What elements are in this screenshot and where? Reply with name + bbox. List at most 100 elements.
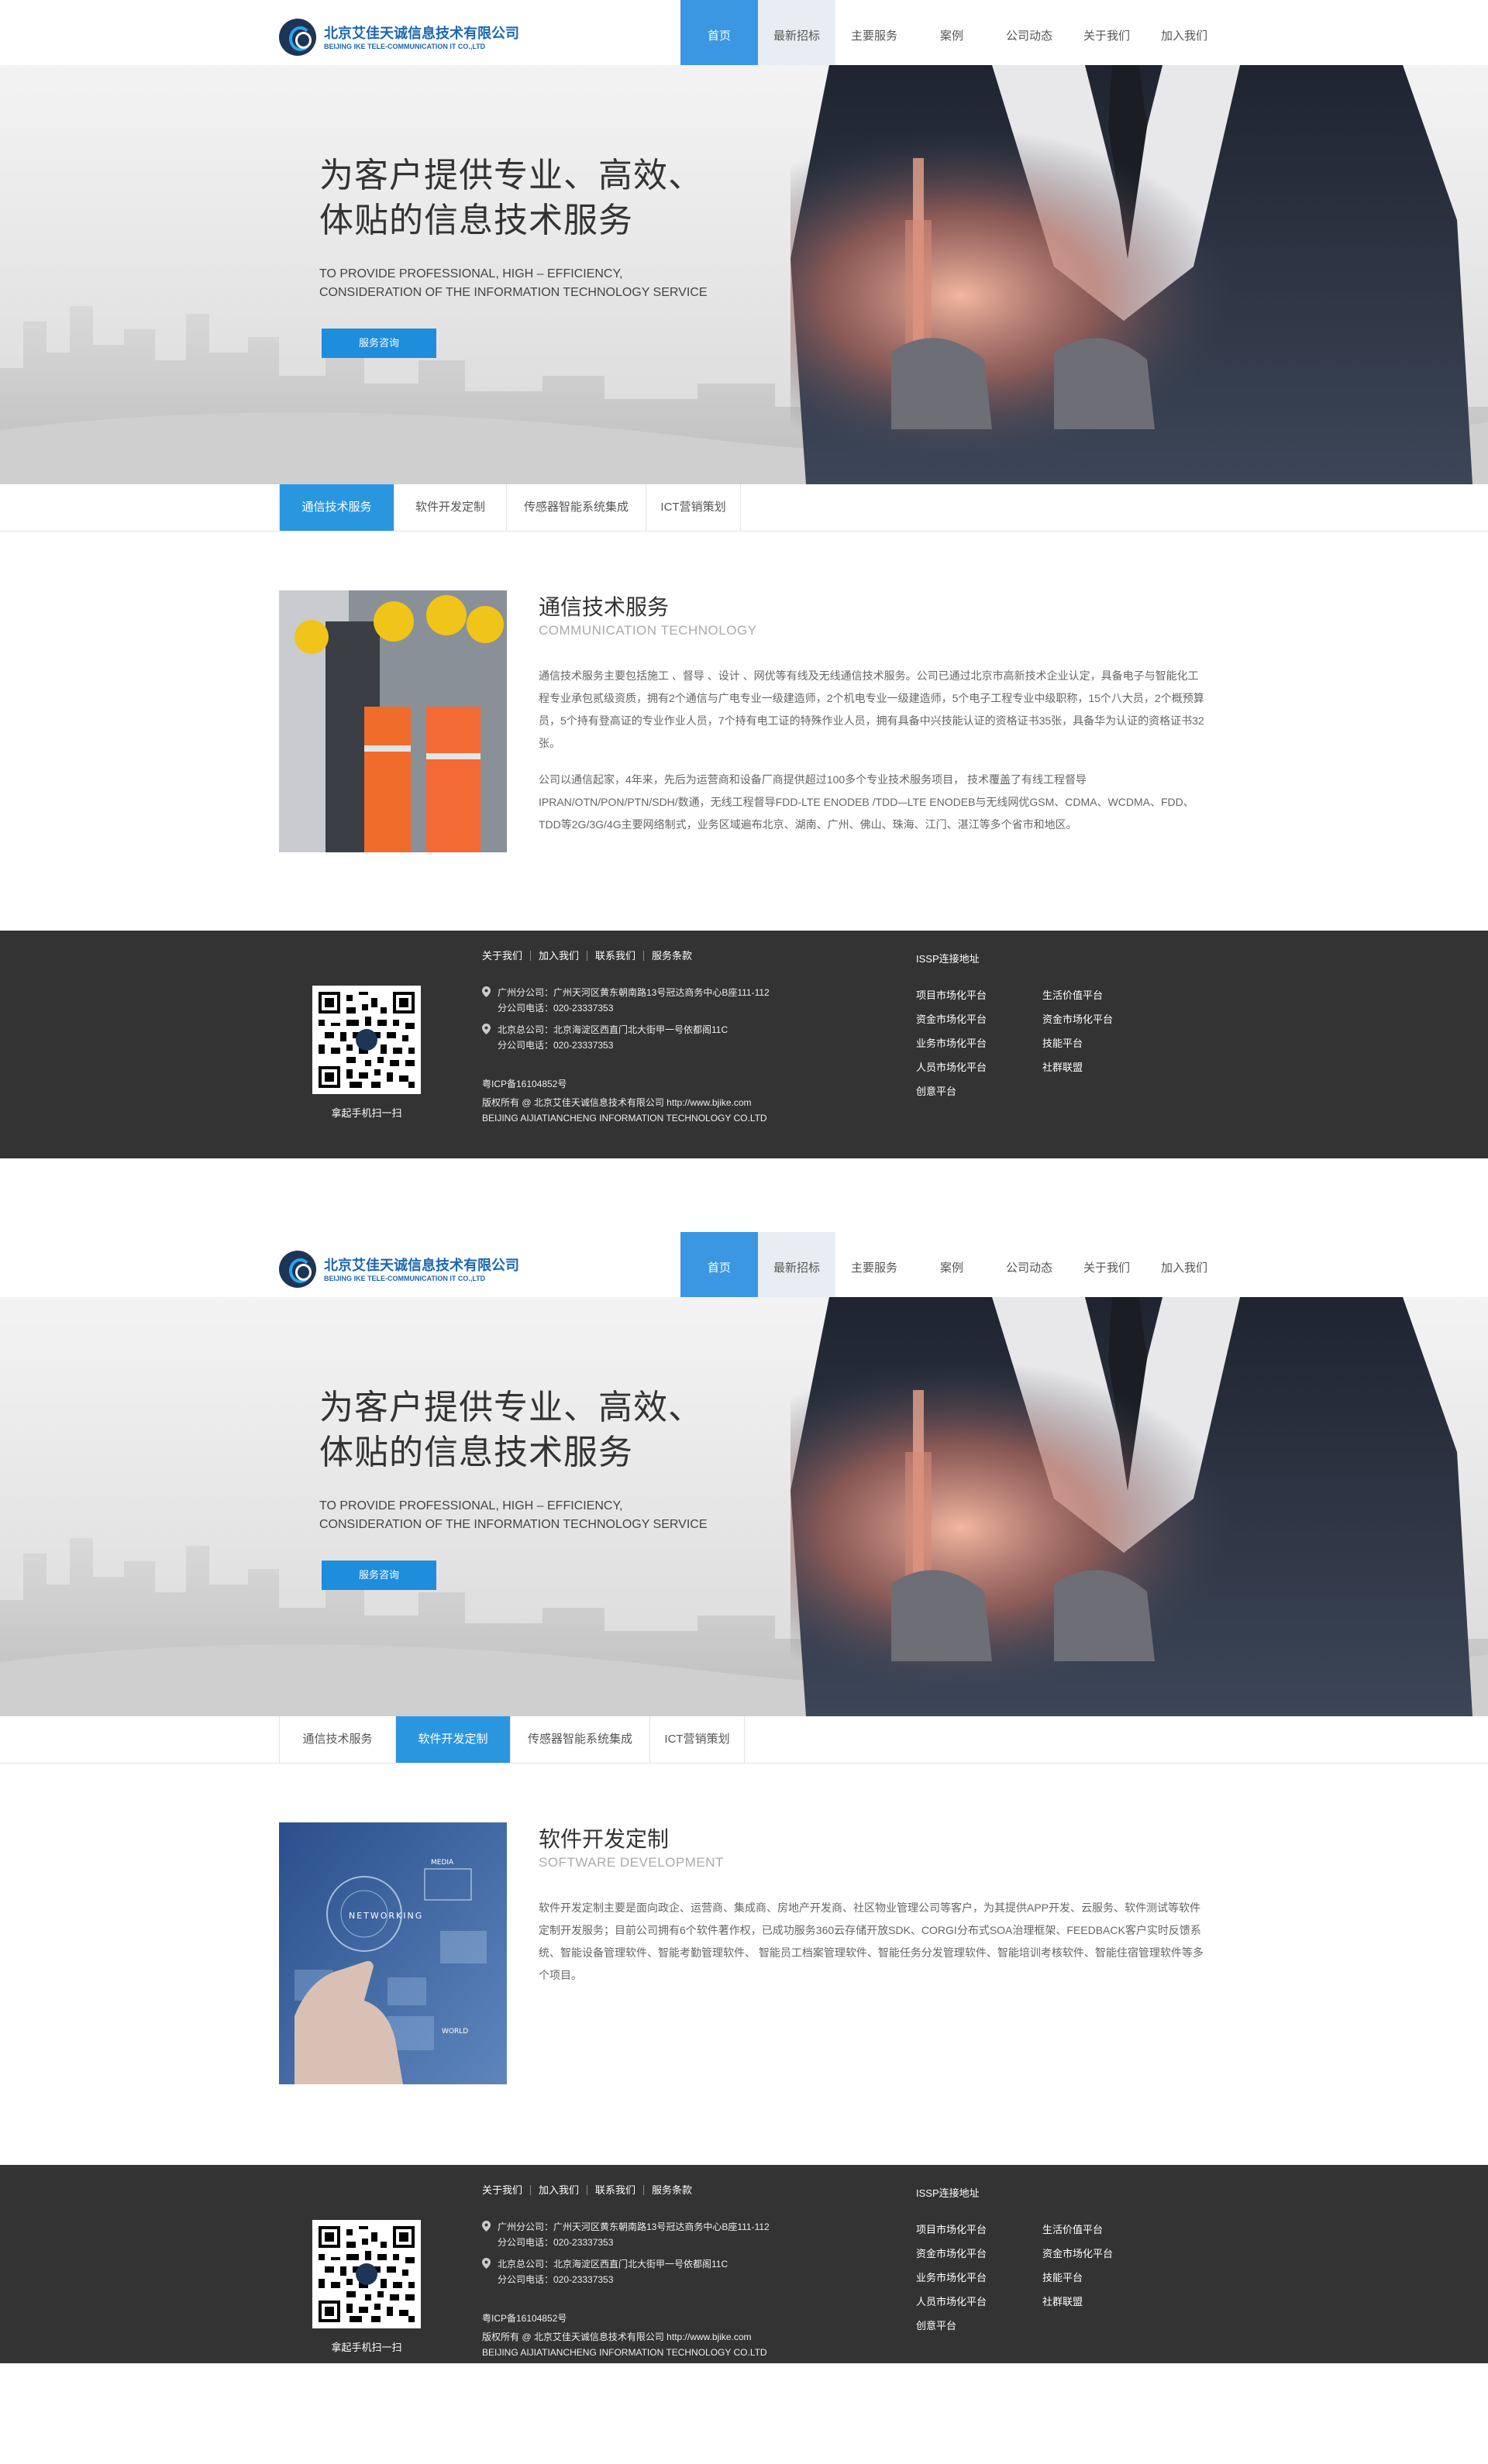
issp-link[interactable]: 资金市场化平台	[1042, 1007, 1113, 1031]
site-footer: 拿起手机扫一扫 关于我们 加入我们 联系我们 服务条款 广州分公司：广州天河区黄…	[0, 2165, 1488, 2363]
tab-sensor[interactable]: 传感器智能系统集成	[507, 484, 646, 531]
tab-ict[interactable]: ICT营销策划	[650, 1716, 745, 1763]
tab-communication[interactable]: 通信技术服务	[280, 484, 394, 531]
hero-subtitle-line2: CONSIDERATION OF THE INFORMATION TECHNOL…	[319, 286, 708, 299]
bj-phone: 分公司电话：020-23337353	[498, 2274, 614, 2285]
section-title-en: COMMUNICATION TECHNOLOGY	[539, 623, 757, 638]
issp-link[interactable]: 业务市场化平台	[916, 1031, 987, 1055]
service-tabs: 通信技术服务 软件开发定制 传感器智能系统集成 ICT营销策划	[0, 484, 1488, 532]
footer-link-terms[interactable]: 服务条款	[643, 951, 700, 961]
hero-title-line2: 体贴的信息技术服务	[319, 201, 633, 239]
tab-sensor[interactable]: 传感器智能系统集成	[511, 1716, 650, 1763]
footer-link-join[interactable]: 加入我们	[530, 951, 587, 961]
logo-name-cn: 北京艾佳天诚信息技术有限公司	[324, 26, 519, 41]
copyright-text: 版权所有 @ 北京艾佳天诚信息技术有限公司 http://www.bjike.c…	[482, 2332, 752, 2342]
company-logo[interactable]: 北京艾佳天诚信息技术有限公司 BEIJING IKE TELE-COMMUNIC…	[279, 19, 535, 56]
page-view-communication: 北京艾佳天诚信息技术有限公司 BEIJING IKE TELE-COMMUNIC…	[0, 0, 1488, 1232]
nav-join-us[interactable]: 加入我们	[1145, 0, 1223, 65]
hero-subtitle-en: TO PROVIDE PROFESSIONAL, HIGH – EFFICIEN…	[319, 1497, 708, 1534]
site-header: 北京艾佳天诚信息技术有限公司 BEIJING IKE TELE-COMMUNIC…	[0, 0, 1488, 65]
nav-cases[interactable]: 案例	[913, 0, 990, 65]
issp-link[interactable]: 资金市场化平台	[916, 2242, 987, 2266]
copyright-text: 版权所有 @ 北京艾佳天诚信息技术有限公司 http://www.bjike.c…	[482, 1097, 752, 1108]
issp-link[interactable]: 生活价值平台	[1042, 2218, 1113, 2242]
gz-phone: 分公司电话：020-23337353	[498, 1003, 614, 1013]
nav-latest-tenders[interactable]: 最新招标	[758, 0, 835, 65]
location-pin-icon	[482, 2258, 491, 2269]
section-paragraph-1: 通信技术服务主要包括施工 、督导 、设计 、网优等有线及无线通信技术服务。公司已…	[539, 669, 1204, 749]
issp-link[interactable]: 项目市场化平台	[916, 2218, 987, 2242]
hero-banner: 为客户提供专业、高效、 体贴的信息技术服务 TO PROVIDE PROFESS…	[0, 1297, 1488, 1716]
site-footer: 拿起手机扫一扫 关于我们 加入我们 联系我们 服务条款 广州分公司：广州天河区黄…	[0, 931, 1488, 1158]
hero-title: 为客户提供专业、高效、 体贴的信息技术服务	[319, 153, 703, 243]
issp-link[interactable]: 社群联盟	[1042, 2290, 1113, 2314]
footer-link-contact[interactable]: 联系我们	[587, 2185, 643, 2195]
photo-word-media: MEDIA	[431, 1859, 454, 1867]
nav-home[interactable]: 首页	[680, 1232, 758, 1297]
footer-link-about[interactable]: 关于我们	[482, 951, 530, 961]
issp-link[interactable]: 业务市场化平台	[916, 2266, 987, 2290]
networking-photo: NETWORKING MEDIA WORLD	[279, 1822, 507, 2084]
footer-link-terms[interactable]: 服务条款	[643, 2185, 700, 2195]
footer-address-bj: 北京总公司：北京海淀区西直门北大街甲一号依都阁11C 分公司电话：020-233…	[482, 1022, 728, 1053]
section-paragraph-2: 公司以通信起家，4年来，先后为运营商和设备厂商提供超过100多个专业技术服务项目…	[539, 773, 1194, 831]
hero-title: 为客户提供专业、高效、 体贴的信息技术服务	[319, 1385, 703, 1475]
tab-software[interactable]: 软件开发定制	[396, 1716, 511, 1763]
tab-software[interactable]: 软件开发定制	[394, 484, 507, 531]
section-title-en: SOFTWARE DEVELOPMENT	[539, 1855, 724, 1870]
location-pin-icon	[482, 986, 491, 997]
issp-link[interactable]: 技能平台	[1042, 1031, 1113, 1055]
service-detail: 通信技术服务 COMMUNICATION TECHNOLOGY 通信技术服务主要…	[279, 590, 1209, 854]
logo-name-en: BEIJING IKE TELE-COMMUNICATION IT CO.,LT…	[324, 43, 486, 50]
bj-address: 北京总公司：北京海淀区西直门北大街甲一号依都阁11C	[498, 1024, 728, 1035]
footer-address-gz: 广州分公司：广州天河区黄东朝南路13号冠达商务中心B座111-112 分公司电话…	[482, 2219, 770, 2250]
issp-link[interactable]: 创意平台	[916, 1079, 987, 1103]
issp-link[interactable]: 生活价值平台	[1042, 983, 1113, 1007]
consult-button[interactable]: 服务咨询	[322, 329, 436, 358]
tab-communication[interactable]: 通信技术服务	[280, 1716, 396, 1763]
hero-subtitle-line2: CONSIDERATION OF THE INFORMATION TECHNOL…	[319, 1518, 708, 1531]
issp-link[interactable]: 资金市场化平台	[1042, 2242, 1113, 2266]
footer-copyright: 粤ICP备16104852号 版权所有 @ 北京艾佳天诚信息技术有限公司 htt…	[482, 1075, 767, 1124]
nav-home[interactable]: 首页	[680, 0, 758, 65]
qr-code	[312, 2220, 421, 2328]
businessman-image	[790, 1297, 1472, 1716]
issp-link[interactable]: 资金市场化平台	[916, 1007, 987, 1031]
nav-main-services[interactable]: 主要服务	[835, 0, 913, 65]
hero-subtitle-line1: TO PROVIDE PROFESSIONAL, HIGH – EFFICIEN…	[319, 1499, 623, 1512]
nav-company-news[interactable]: 公司动态	[990, 0, 1068, 65]
issp-link[interactable]: 技能平台	[1042, 2266, 1113, 2290]
footer-link-contact[interactable]: 联系我们	[587, 951, 643, 961]
nav-cases[interactable]: 案例	[913, 1232, 990, 1297]
hero-subtitle-en: TO PROVIDE PROFESSIONAL, HIGH – EFFICIEN…	[319, 265, 708, 302]
main-nav: 首页 最新招标 主要服务 案例 公司动态 关于我们 加入我们	[680, 1232, 1223, 1297]
gz-phone: 分公司电话：020-23337353	[498, 2237, 614, 2248]
nav-main-services[interactable]: 主要服务	[835, 1232, 913, 1297]
bj-phone: 分公司电话：020-23337353	[498, 1040, 614, 1051]
nav-about-us[interactable]: 关于我们	[1068, 0, 1145, 65]
gz-address: 广州分公司：广州天河区黄东朝南路13号冠达商务中心B座111-112	[498, 987, 770, 998]
gz-address: 广州分公司：广州天河区黄东朝南路13号冠达商务中心B座111-112	[498, 2221, 770, 2232]
nav-latest-tenders[interactable]: 最新招标	[758, 1232, 835, 1297]
site-header: 北京艾佳天诚信息技术有限公司 BEIJING IKE TELE-COMMUNIC…	[0, 1232, 1488, 1297]
logo-mark-icon	[279, 19, 316, 56]
company-name-en: BEIJING AIJIATIANCHENG INFORMATION TECHN…	[482, 1113, 767, 1124]
nav-company-news[interactable]: 公司动态	[990, 1232, 1068, 1297]
issp-link[interactable]: 项目市场化平台	[916, 983, 987, 1007]
service-detail: NETWORKING MEDIA WORLD 软件开发定制 SOFTWARE D…	[279, 1822, 1209, 2086]
issp-link[interactable]: 社群联盟	[1042, 1055, 1113, 1079]
issp-link[interactable]: 人员市场化平台	[916, 2290, 987, 2314]
section-title: 软件开发定制	[539, 1827, 670, 1851]
company-logo[interactable]: 北京艾佳天诚信息技术有限公司 BEIJING IKE TELE-COMMUNIC…	[279, 1251, 535, 1288]
section-paragraph-1: 软件开发定制主要是面向政企、运营商、集成商、房地产开发商、社区物业管理公司等客户…	[539, 1901, 1204, 1981]
consult-button[interactable]: 服务咨询	[322, 1561, 436, 1590]
nav-about-us[interactable]: 关于我们	[1068, 1232, 1145, 1297]
issp-link[interactable]: 人员市场化平台	[916, 1055, 987, 1079]
nav-join-us[interactable]: 加入我们	[1145, 1232, 1223, 1297]
hero-subtitle-line1: TO PROVIDE PROFESSIONAL, HIGH – EFFICIEN…	[319, 267, 623, 280]
issp-link[interactable]: 创意平台	[916, 2314, 987, 2338]
tab-ict[interactable]: ICT营销策划	[646, 484, 741, 531]
footer-link-join[interactable]: 加入我们	[530, 2185, 587, 2195]
footer-link-about[interactable]: 关于我们	[482, 2185, 530, 2195]
qr-code-icon	[319, 2226, 415, 2322]
